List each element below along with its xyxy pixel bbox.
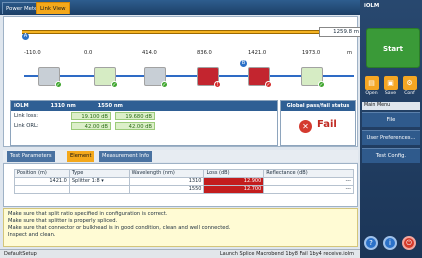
column-header: Reflectance (dB) <box>263 169 354 178</box>
config-icon: ⚙ <box>402 76 417 90</box>
type-select[interactable]: Splitter 1:8 <box>72 178 100 184</box>
folder-icon: ▤ <box>364 76 379 90</box>
marker-b[interactable]: B <box>240 60 247 67</box>
type-cell <box>68 185 130 194</box>
tick-label: 1973.0 <box>302 50 321 56</box>
power-icon[interactable]: ⏻ <box>402 236 416 250</box>
tick-label: 414.0 <box>142 50 157 56</box>
save-label: Save <box>384 91 397 96</box>
result-value: 42.00 dB <box>115 122 155 130</box>
tab-measurement-info[interactable]: Measurement Info <box>99 151 153 162</box>
result-value: 19.680 dB <box>115 112 155 120</box>
row-label: Link loss: <box>14 113 39 119</box>
results-summary: iOLM 1310 nm 1550 nm Link loss: 19.100 d… <box>10 100 278 146</box>
loss-cell: 12.900 <box>203 177 265 186</box>
wavelength-cell: 1550 <box>128 185 205 194</box>
save-button[interactable]: ▣ Save <box>382 76 399 100</box>
marker-a[interactable]: A <box>22 33 29 40</box>
wavelength-2: 1550 nm <box>97 103 123 109</box>
column-header: Wavelength (nm) <box>128 169 205 178</box>
status-header: Global pass/fail status <box>281 101 355 111</box>
app-title: iOLM <box>364 3 380 9</box>
link-view-panel: 1259.8 m A -110.0 0.0 414.0 836.0 1421.0… <box>3 16 362 147</box>
wavelength-1: 1310 nm <box>50 103 76 109</box>
message-line: Inspect and clean. <box>8 232 56 238</box>
pass-icon: ✓ <box>318 81 325 88</box>
save-icon: ▣ <box>383 76 398 90</box>
diagnosis-message: Make sure that split ratio specified in … <box>3 208 358 247</box>
global-status: Global pass/fail status ✕ Fail <box>280 100 356 146</box>
tick-label: 0.0 <box>84 50 93 56</box>
reflectance-cell: --- <box>263 177 354 186</box>
distance-bar: 1259.8 m <box>14 24 362 42</box>
element-splitter[interactable]: ✓ <box>248 67 272 88</box>
column-header: Type <box>68 169 130 178</box>
element-launch[interactable]: ✓ <box>38 67 62 88</box>
result-row: Link loss: 19.100 dB 19.680 dB <box>11 111 277 121</box>
element-macrobend[interactable]: ! <box>197 67 221 88</box>
message-line: Make sure that split ratio specified in … <box>8 211 168 217</box>
bottom-actions: ? i ⏻ <box>364 236 420 252</box>
table-row[interactable]: 1421.0 Splitter 1:8 ▾ 1310 12.900 --- <box>14 177 354 186</box>
result-value: 42.00 dB <box>71 122 111 130</box>
distance-readout: 1259.8 m <box>319 27 362 37</box>
wavelength-cell: 1310 <box>128 177 205 186</box>
element-details: Position (m) Type Wavelength (nm) Loss (… <box>3 163 358 207</box>
pass-icon: ✓ <box>111 81 118 88</box>
tick-label: -110.0 <box>24 50 41 56</box>
open-button[interactable]: ▤ Open <box>363 76 380 100</box>
tab-test-parameters[interactable]: Test Parameters <box>7 151 55 162</box>
file-actions: ▤ Open ▣ Save ⚙ Conf <box>362 76 420 100</box>
close-icon: ✕ <box>299 120 312 133</box>
range-bar[interactable] <box>22 30 328 34</box>
main-menu-label: Main Menu <box>362 102 420 110</box>
pass-icon: ✓ <box>161 81 168 88</box>
help-icon[interactable]: ? <box>364 236 378 250</box>
element-splice[interactable]: ✓ <box>144 67 168 88</box>
start-button[interactable]: Start <box>366 28 420 68</box>
menu-user-preferences[interactable]: User Preferences... <box>362 130 420 145</box>
results-header: iOLM 1310 nm 1550 nm <box>11 101 277 111</box>
message-line: Make sure that splitter is properly spli… <box>8 218 118 224</box>
position-cell: 1421.0 <box>14 177 70 186</box>
tick-label: 836.0 <box>197 50 212 56</box>
column-header: Position (m) <box>14 169 70 178</box>
element-table: Position (m) Type Wavelength (nm) Loss (… <box>14 169 354 194</box>
pass-icon: ✓ <box>55 81 62 88</box>
tab-element[interactable]: Element <box>67 151 95 162</box>
top-tab-bar: Power Meter Link View <box>0 0 360 15</box>
status-bar: DefaultSetup Launch Splice Macrobend 1by… <box>0 249 360 258</box>
menu-file[interactable]: File <box>362 112 420 127</box>
right-panel: iOLM Start ▤ Open ▣ Save ⚙ Conf Main Men… <box>360 0 422 258</box>
fail-icon: ! <box>214 81 221 88</box>
config-button[interactable]: ⚙ Conf <box>401 76 418 100</box>
tab-link-view[interactable]: Link View <box>36 2 70 14</box>
row-label: Link ORL: <box>14 123 39 129</box>
setup-name: DefaultSetup <box>4 251 37 257</box>
info-icon[interactable]: i <box>383 236 397 250</box>
chevron-down-icon[interactable]: ▾ <box>101 178 104 184</box>
open-label: Open <box>365 91 378 96</box>
result-value: 19.100 dB <box>71 112 111 120</box>
type-cell[interactable]: Splitter 1:8 ▾ <box>68 177 130 186</box>
position-cell <box>14 185 70 194</box>
results-title: iOLM <box>14 103 29 109</box>
config-label: Conf <box>404 91 415 96</box>
element-receive[interactable]: ✓ <box>301 67 325 88</box>
message-line: Make sure that connector or bulkhead is … <box>8 225 231 231</box>
tick-label: 1421.0 <box>248 50 267 56</box>
file-name: Launch Splice Macrobend 1by8 Fail 1by4 r… <box>219 251 354 257</box>
result-row: Link ORL: 42.00 dB 42.00 dB <box>11 121 277 131</box>
loss-cell: 12.700 <box>203 185 265 194</box>
tick-label: m <box>347 50 353 56</box>
lower-tab-bar: Test Parameters Element Measurement Info <box>3 150 358 162</box>
reflectance-cell: --- <box>263 185 354 194</box>
column-header: Loss (dB) <box>203 169 265 178</box>
fail-icon: ✓ <box>265 81 272 88</box>
menu-test-config[interactable]: Test Config. <box>362 148 420 163</box>
table-row[interactable]: 1550 12.700 --- <box>14 185 354 194</box>
status-result: Fail <box>317 119 337 130</box>
element-connector[interactable]: ✓ <box>94 67 118 88</box>
